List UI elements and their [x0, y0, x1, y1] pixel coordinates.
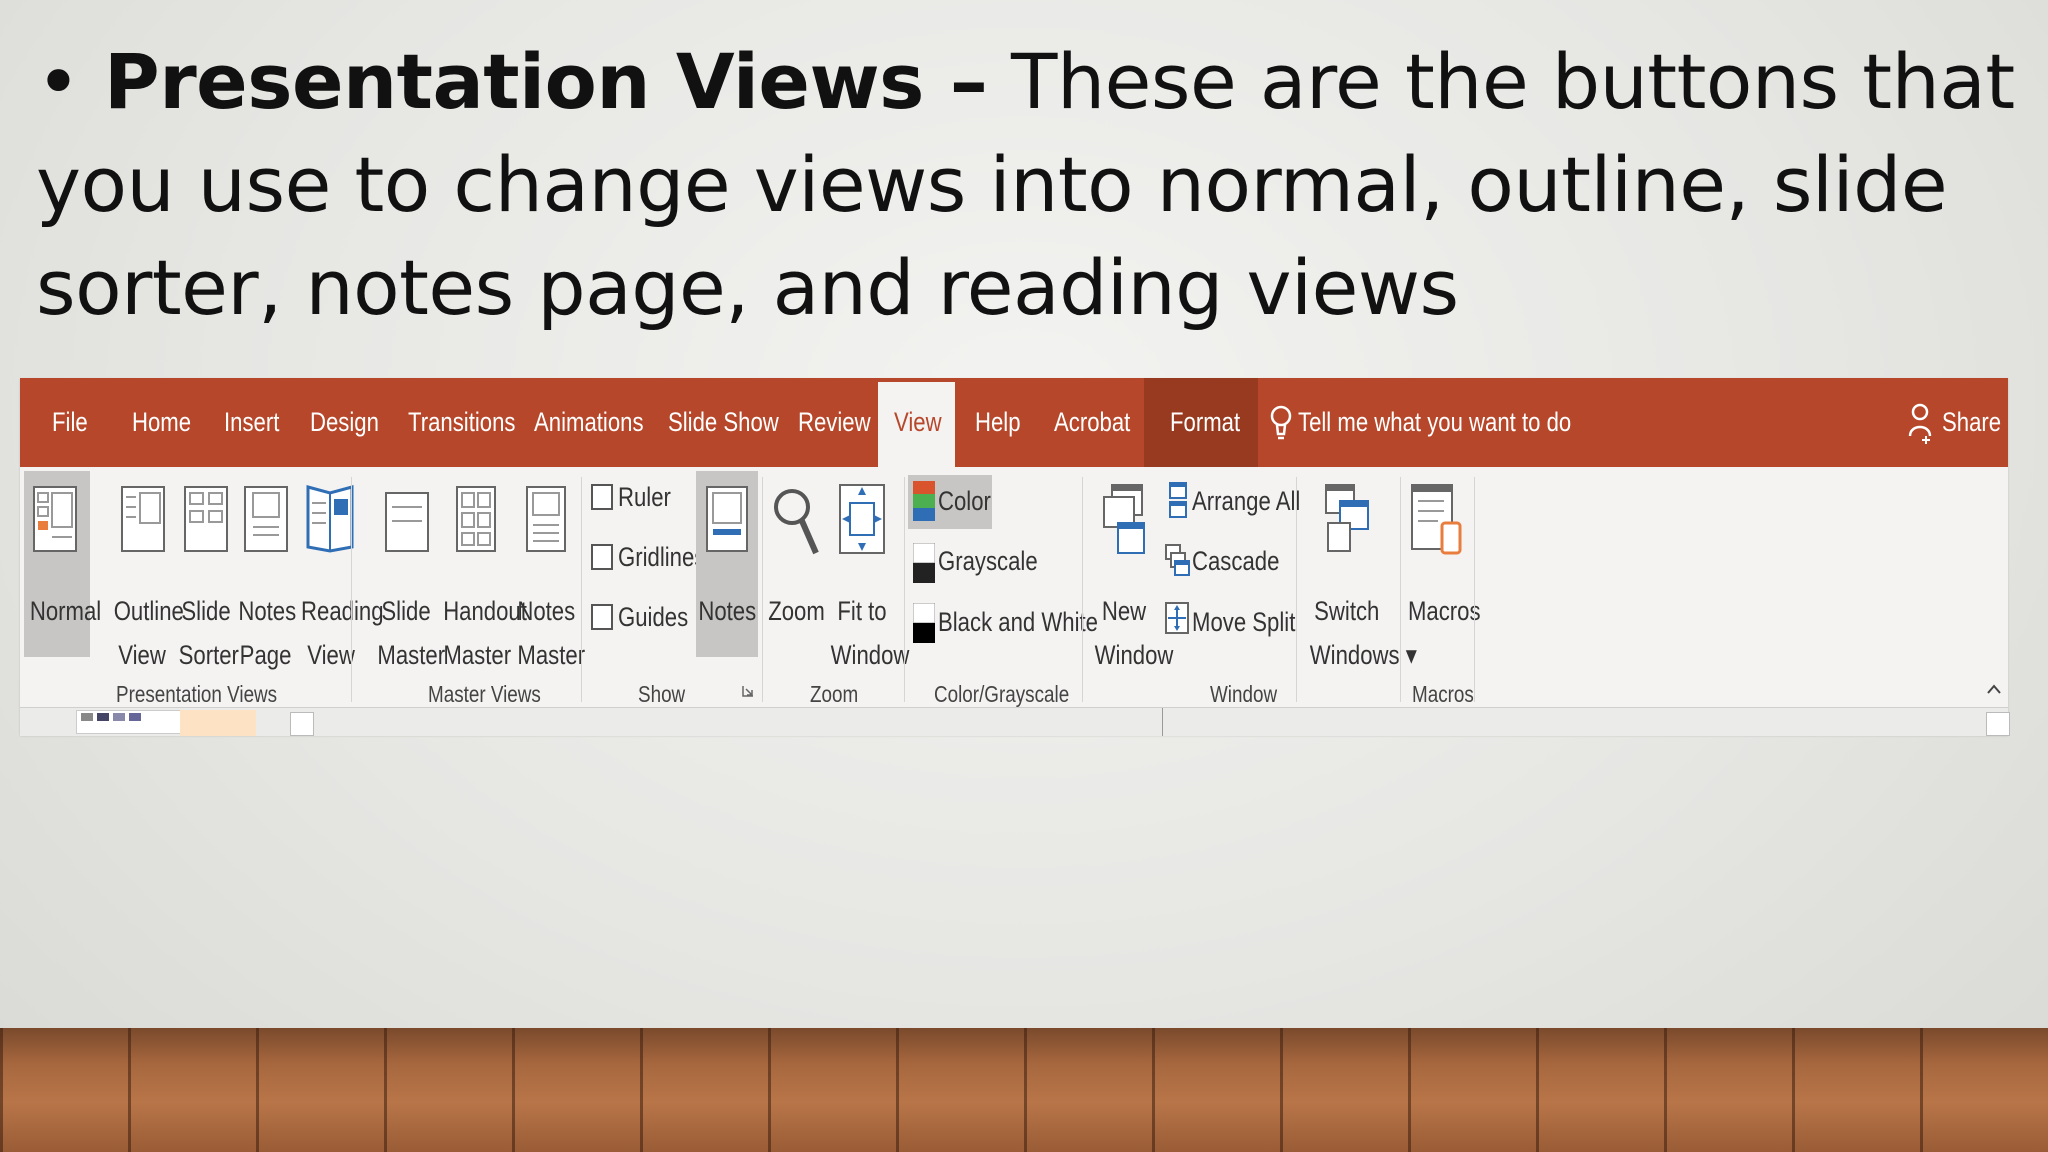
gridlines-checkbox[interactable] [591, 544, 613, 570]
handout-master-label-2[interactable]: Master [434, 633, 520, 677]
scroll-up-button[interactable] [290, 712, 314, 736]
normal-view-icon[interactable] [32, 485, 78, 553]
pane-divider [1162, 708, 1163, 736]
share-button[interactable]: Share [1942, 378, 2001, 467]
notes-master-label-2[interactable]: Master [510, 633, 585, 677]
tab-review[interactable]: Review [798, 378, 871, 467]
arrange-all-button[interactable]: Arrange All [1192, 479, 1324, 523]
tab-acrobat[interactable]: Acrobat [1054, 378, 1130, 467]
lightbulb-icon [1270, 405, 1292, 440]
group-separator [904, 477, 905, 702]
cascade-button[interactable]: Cascade [1192, 539, 1299, 583]
group-label-color-grayscale: Color/Grayscale [934, 681, 1070, 707]
bold-lead: Presentation Views – [104, 37, 988, 126]
group-separator [1296, 477, 1297, 702]
slide-sorter-label-1[interactable]: Slide [172, 589, 240, 633]
notes-page-label-2[interactable]: Page [232, 633, 300, 677]
ruler-checkbox[interactable] [591, 484, 613, 510]
slide-thumbnail[interactable] [76, 710, 188, 734]
new-window-label-1[interactable]: New [1086, 589, 1162, 633]
switch-windows-icon[interactable] [1324, 483, 1370, 555]
guides-label[interactable]: Guides [618, 595, 704, 639]
reading-view-label-1[interactable]: Reading [292, 589, 383, 633]
fit-to-window-label-2[interactable]: Window [822, 633, 910, 677]
wood-floor-background [0, 1028, 2048, 1152]
group-label-zoom: Zoom [810, 681, 859, 707]
normal-button[interactable]: Normal [22, 589, 101, 633]
group-separator [1082, 477, 1083, 702]
macros-icon[interactable] [1410, 483, 1464, 557]
macros-button[interactable]: Macros [1400, 589, 1481, 633]
dialog-launcher-icon[interactable] [742, 685, 754, 697]
group-label-master-views: Master Views [428, 681, 541, 707]
tab-slide-show[interactable]: Slide Show [668, 378, 779, 467]
guides-checkbox[interactable] [591, 604, 613, 630]
tab-home[interactable]: Home [132, 378, 191, 467]
notes-toggle-icon[interactable] [705, 485, 749, 553]
outline-view-label-2[interactable]: View [106, 633, 178, 677]
workspace-strip [20, 707, 2010, 736]
tab-transitions[interactable]: Transitions [408, 378, 515, 467]
group-label-macros: Macros [1412, 681, 1474, 707]
slide-sorter-icon[interactable] [183, 485, 229, 553]
ribbon-body: Normal Outline View Slide Sorter Notes P… [20, 467, 2008, 707]
slide-master-icon[interactable] [384, 491, 430, 553]
tab-design[interactable]: Design [310, 378, 379, 467]
cascade-icon[interactable] [1164, 543, 1190, 579]
thumbnail-highlight [180, 710, 256, 736]
group-label-show: Show [638, 681, 686, 707]
outline-view-icon[interactable] [120, 485, 166, 553]
handout-master-icon[interactable] [455, 485, 497, 553]
group-label-presentation-views: Presentation Views [116, 681, 278, 707]
move-split-icon[interactable] [1164, 601, 1190, 637]
switch-windows-label-2[interactable]: Windows ▾ [1298, 633, 1417, 677]
color-swatch-icon[interactable] [913, 481, 935, 521]
ruler-label[interactable]: Ruler [618, 475, 683, 519]
group-separator [581, 477, 582, 702]
ribbon-tab-bar: File Home Insert Design Transitions Anim… [20, 378, 2008, 467]
tab-format[interactable]: Format [1170, 378, 1240, 467]
reading-view-icon[interactable] [304, 483, 356, 553]
grayscale-button[interactable]: Grayscale [938, 539, 1060, 583]
group-separator [351, 477, 352, 702]
slide-sorter-label-2[interactable]: Sorter [172, 633, 240, 677]
tab-help[interactable]: Help [975, 378, 1021, 467]
new-window-label-2[interactable]: Window [1086, 633, 1174, 677]
switch-windows-label-1[interactable]: Switch [1298, 589, 1396, 633]
notes-page-label-1[interactable]: Notes [232, 589, 300, 633]
new-window-icon[interactable] [1102, 483, 1146, 555]
black-white-swatch-icon[interactable] [913, 603, 935, 643]
tab-file[interactable]: File [52, 378, 88, 467]
notes-page-icon[interactable] [243, 485, 289, 553]
tab-view[interactable]: View [894, 378, 942, 467]
arrange-all-icon[interactable] [1168, 481, 1188, 519]
share-person-icon [1908, 403, 1932, 444]
fit-to-window-label-1[interactable]: Fit to [822, 589, 902, 633]
notes-master-label-1[interactable]: Notes [510, 589, 582, 633]
slide-bullet-text: • Presentation Views – These are the but… [36, 30, 2026, 339]
bullet: • [36, 37, 81, 126]
zoom-button[interactable]: Zoom [762, 589, 826, 633]
collapse-ribbon-icon[interactable] [1986, 683, 2002, 695]
outline-view-label-1[interactable]: Outline [106, 589, 184, 633]
slide-master-label-2[interactable]: Master [370, 633, 445, 677]
notes-master-icon[interactable] [525, 485, 567, 553]
slide-master-label-1[interactable]: Slide [370, 589, 442, 633]
group-separator [1474, 477, 1475, 702]
fit-to-window-icon[interactable] [838, 483, 886, 555]
tell-me-search[interactable]: Tell me what you want to do [1298, 378, 1571, 467]
tab-animations[interactable]: Animations [534, 378, 644, 467]
notes-toggle-button[interactable]: Notes [692, 589, 760, 633]
zoom-magnifier-icon[interactable] [772, 485, 820, 559]
handout-master-label-1[interactable]: Handout [434, 589, 527, 633]
group-label-window: Window [1210, 681, 1278, 707]
ribbon-screenshot: File Home Insert Design Transitions Anim… [20, 378, 2010, 736]
color-button[interactable]: Color [938, 479, 1003, 523]
reading-view-label-2[interactable]: View [292, 633, 370, 677]
grayscale-swatch-icon[interactable] [913, 543, 935, 583]
scroll-up-button-right[interactable] [1986, 712, 2010, 736]
tab-insert[interactable]: Insert [224, 378, 279, 467]
